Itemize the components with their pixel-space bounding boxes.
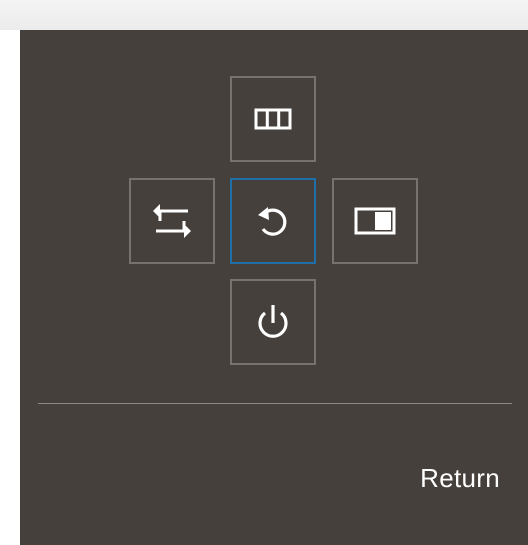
osd-button-center[interactable] — [230, 178, 316, 264]
swap-arrows-icon — [153, 204, 191, 238]
osd-button-down[interactable] — [230, 279, 316, 365]
screenshot-page: Return — [0, 0, 528, 545]
osd-button-left[interactable] — [129, 178, 215, 264]
return-label: Return — [420, 463, 500, 493]
footer-divider — [38, 403, 512, 404]
top-strip — [0, 0, 528, 30]
osd-panel: Return — [20, 30, 528, 545]
return-arrow-icon — [258, 207, 287, 236]
osd-button-up[interactable] — [230, 76, 316, 162]
column-layout-icon — [254, 108, 292, 130]
power-icon — [258, 305, 288, 338]
picture-mode-icon — [354, 207, 396, 235]
osd-button-right[interactable] — [332, 178, 418, 264]
